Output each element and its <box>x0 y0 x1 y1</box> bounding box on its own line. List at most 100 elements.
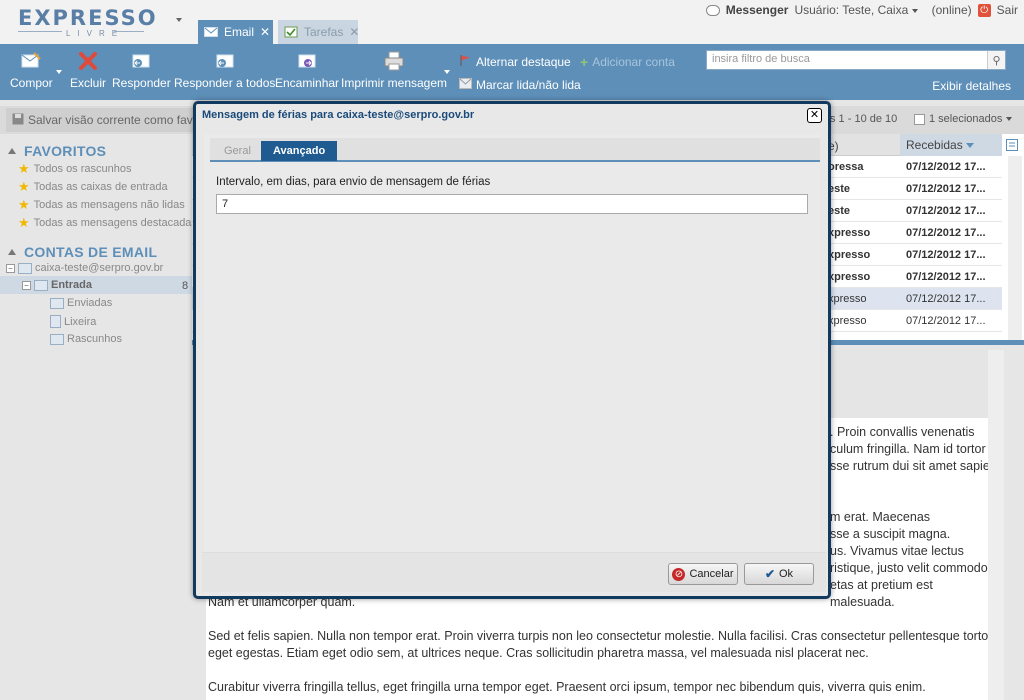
tab-advanced[interactable]: Avançado <box>261 141 338 161</box>
search-input[interactable]: insira filtro de busca ⚲ <box>706 50 1006 70</box>
app-header: EXPRESSO LIVRE Email ✕ Tarefas ✕ Messeng… <box>0 0 1024 44</box>
vacation-dialog: Mensagem de férias para caixa-teste@serp… <box>193 101 831 599</box>
tab-tarefas-label: Tarefas <box>304 25 344 39</box>
search-icon[interactable]: ⚲ <box>987 51 1005 69</box>
plus-icon: + <box>580 54 589 70</box>
column-received[interactable]: Recebidas <box>900 134 1002 156</box>
message-date: 07/12/2012 17... <box>906 249 986 261</box>
show-details-link[interactable]: Exibir detalhes <box>932 79 1011 93</box>
cancel-icon: ⊘ <box>672 567 686 581</box>
star-icon: ★ <box>18 215 30 230</box>
add-account-button[interactable]: + Adicionar conta <box>580 54 675 70</box>
folder-item[interactable]: Enviadas <box>50 297 112 309</box>
favorite-item[interactable]: ★ Todas as caixas de entrada <box>18 179 168 195</box>
user-area: Messenger Usuário: Teste, Caixa (online)… <box>705 3 1018 17</box>
folder-item[interactable]: Rascunhos <box>50 333 122 345</box>
message-date: 07/12/2012 17... <box>906 183 986 195</box>
tab-email[interactable]: Email ✕ <box>198 20 273 44</box>
save-view-button[interactable]: Salvar visão corrente como favorito <box>6 108 206 132</box>
print-label: Imprimir mensagem <box>341 76 448 90</box>
cancel-label: Cancelar <box>689 568 734 580</box>
delete-label: Excluir <box>70 76 107 90</box>
collapse-toggle-icon: − <box>22 280 31 290</box>
message-from: este <box>828 183 851 195</box>
account-node[interactable]: − caixa-teste@serpro.gov.br <box>6 262 163 274</box>
reply-all-button[interactable]: Responder a todos <box>174 50 275 90</box>
envelope-icon <box>204 26 218 38</box>
message-date: 07/12/2012 17... <box>906 293 986 305</box>
delete-icon <box>77 50 99 72</box>
ok-button[interactable]: ✔ Ok <box>744 563 814 585</box>
close-icon[interactable]: ✕ <box>260 25 270 39</box>
selection-menu[interactable]: 1 selecionados <box>914 113 1013 125</box>
preview-line: ristique, justo velit commodo <box>830 561 988 575</box>
star-icon: ★ <box>18 179 30 194</box>
folder-item[interactable]: Lixeira <box>50 315 96 328</box>
reply-all-icon <box>214 50 236 72</box>
favorite-item[interactable]: ★ Todas as mensagens não lidas <box>18 197 185 213</box>
toggle-flag-label: Alternar destaque <box>476 55 571 69</box>
message-date: 07/12/2012 17... <box>906 161 986 173</box>
user-menu[interactable]: Usuário: Teste, Caixa <box>794 3 918 17</box>
compose-dropdown-icon[interactable] <box>56 70 62 74</box>
cancel-button[interactable]: ⊘ Cancelar <box>668 563 738 585</box>
message-date: 07/12/2012 17... <box>906 315 986 327</box>
messenger-link[interactable]: Messenger <box>726 3 789 17</box>
message-from: xpresso <box>828 315 867 327</box>
delete-button[interactable]: Excluir <box>70 50 106 90</box>
logo-menu-caret-icon[interactable] <box>176 18 182 22</box>
reply-all-label: Responder a todos <box>174 76 276 90</box>
print-dropdown-icon[interactable] <box>444 70 450 74</box>
compose-button[interactable]: Compor <box>10 50 53 90</box>
power-icon[interactable]: ⏻ <box>977 3 991 17</box>
favorite-item[interactable]: ★ Todos os rascunhos <box>18 161 132 177</box>
chevron-down-icon <box>1006 117 1013 121</box>
save-view-label: Salvar visão corrente como favorito <box>28 113 206 127</box>
interval-input[interactable]: 7 <box>216 194 808 214</box>
envelope-icon <box>459 78 472 92</box>
accounts-title[interactable]: CONTAS DE EMAIL <box>8 244 157 260</box>
inbox-folder[interactable]: − Entrada <box>22 279 92 291</box>
column-picker-icon[interactable] <box>1006 139 1018 154</box>
check-icon: ✔ <box>764 567 775 581</box>
trash-icon <box>50 315 61 328</box>
message-from: xpresso <box>828 271 871 283</box>
star-icon: ★ <box>18 197 30 212</box>
star-icon: ★ <box>18 161 30 176</box>
close-icon[interactable]: ✕ <box>349 25 359 39</box>
expresso-logo[interactable]: EXPRESSO LIVRE <box>18 6 156 40</box>
preview-paragraph: Sed et felis sapien. Nulla non tempor er… <box>208 629 993 660</box>
mark-read-button[interactable]: Marcar lida/não lida <box>459 78 581 92</box>
preview-paragraph: Curabitur viverra fringilla tellus, eget… <box>208 680 926 694</box>
selected-count: 1 selecionados <box>929 113 1003 125</box>
tab-tarefas[interactable]: Tarefas ✕ <box>278 20 359 44</box>
interval-label: Intervalo, em dias, para envio de mensag… <box>216 176 491 188</box>
favorite-item[interactable]: ★ Todas as mensagens destacadas <box>18 215 197 231</box>
message-date: 07/12/2012 17... <box>906 205 986 217</box>
preview-scrollbar[interactable] <box>988 350 1004 700</box>
tasks-icon <box>284 26 298 38</box>
ok-label: Ok <box>779 568 794 580</box>
tab-email-label: Email <box>224 25 255 39</box>
forward-button[interactable]: Encaminhar <box>275 50 339 90</box>
toggle-flag-button[interactable]: Alternar destaque <box>459 54 571 70</box>
print-button[interactable]: Imprimir mensagem <box>341 50 447 90</box>
forward-icon <box>296 50 318 72</box>
preview-line: culum fringilla. Nam id tortor et <box>830 442 1000 456</box>
reply-button[interactable]: Responder <box>112 50 171 90</box>
tab-general[interactable]: Geral <box>216 141 259 161</box>
logout-link[interactable]: Sair <box>997 3 1018 17</box>
logo-word: EXPRESSO <box>18 6 158 30</box>
user-name: Usuário: Teste, Caixa <box>794 3 909 17</box>
reply-icon <box>130 50 152 72</box>
favorites-title[interactable]: FAVORITOS <box>8 143 106 159</box>
reply-label: Responder <box>112 76 171 90</box>
sort-desc-icon <box>966 143 975 149</box>
message-date: 07/12/2012 17... <box>906 271 986 283</box>
close-icon[interactable]: ✕ <box>807 108 822 123</box>
list-scrollbar[interactable] <box>1008 156 1022 340</box>
online-status: (online) <box>931 3 972 17</box>
preview-line: us. Vivamus vitae lectus <box>830 544 964 558</box>
message-date: 07/12/2012 17... <box>906 227 986 239</box>
collapse-toggle-icon: − <box>6 263 15 273</box>
